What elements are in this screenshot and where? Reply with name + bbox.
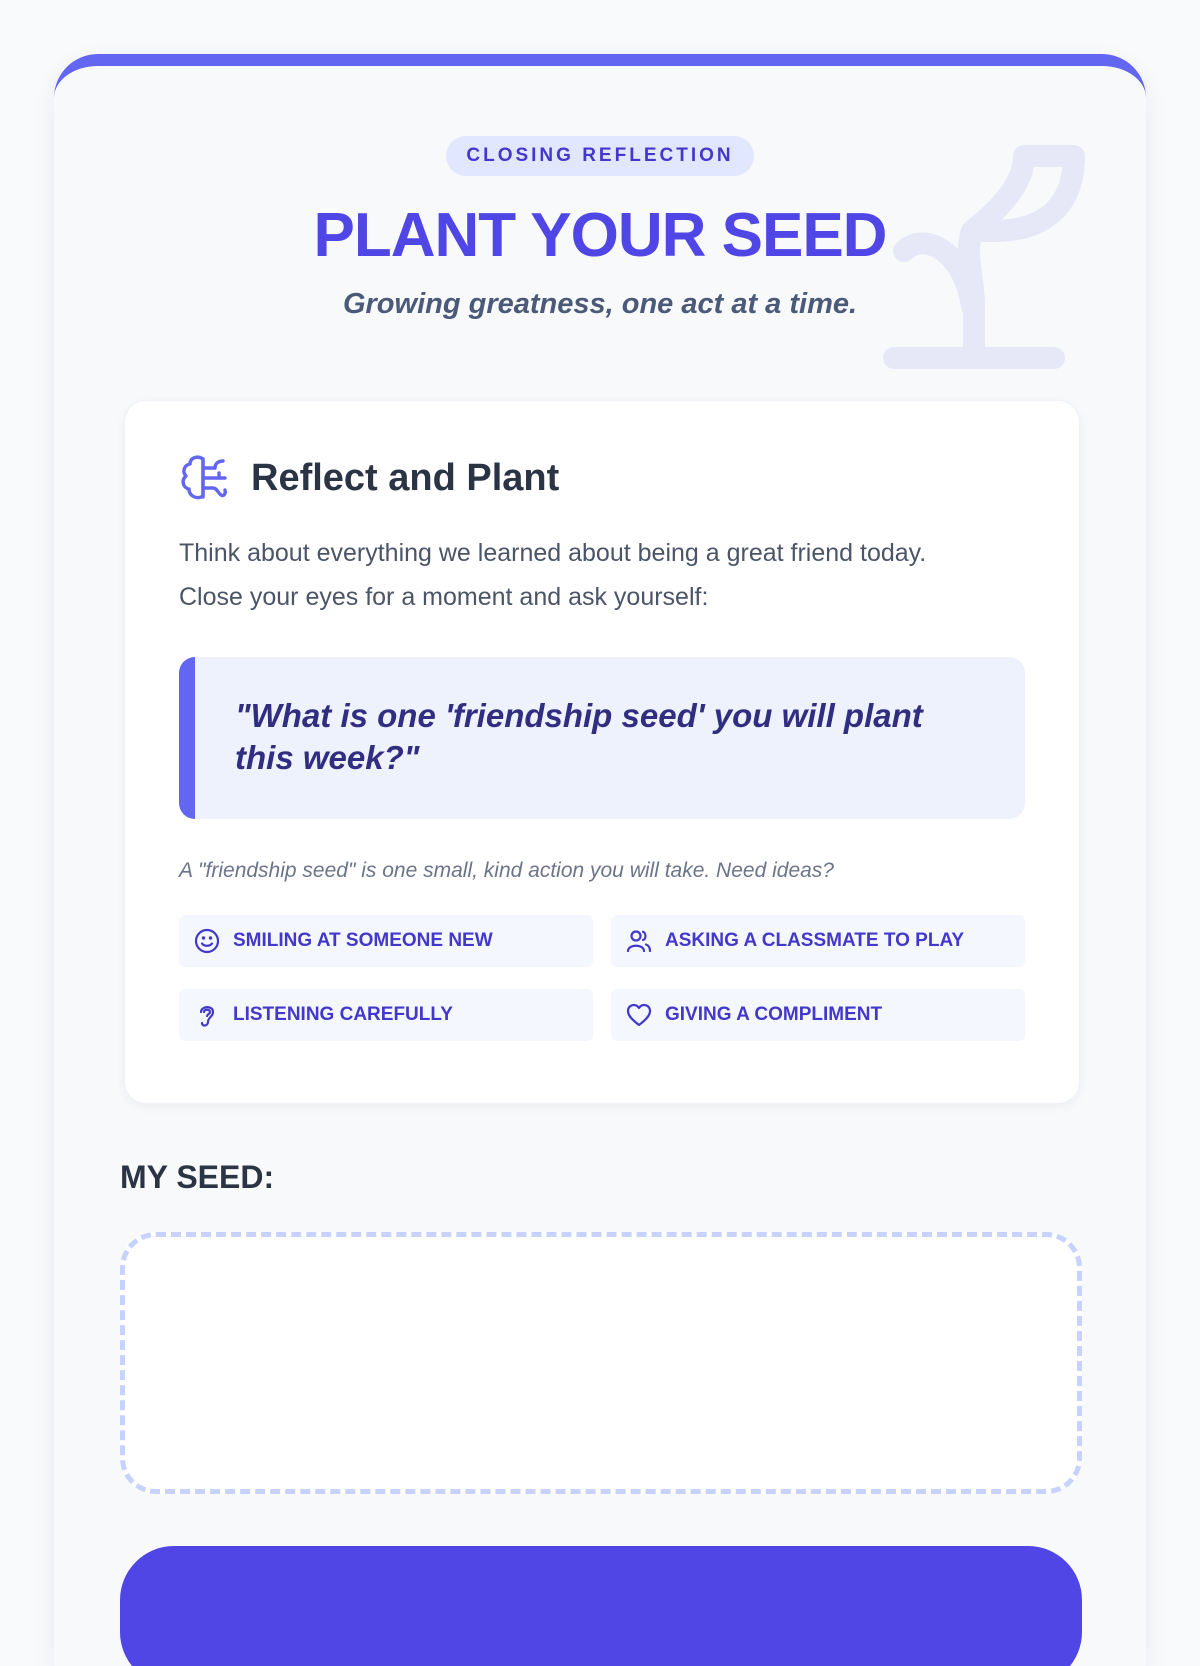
users-icon: [626, 930, 652, 953]
section-heading: Reflect and Plant: [179, 453, 559, 503]
idea-label: SMILING AT SOMEONE NEW: [233, 930, 493, 951]
ideas-hint: A "friendship seed" is one small, kind a…: [179, 859, 834, 882]
intro-line: Think about everything we learned about …: [179, 539, 927, 567]
reflect-panel: Reflect and Plant Think about everything…: [124, 400, 1080, 1104]
my-seed-input[interactable]: [120, 1232, 1082, 1494]
ear-icon: [199, 1006, 215, 1027]
idea-label: GIVING A COMPLIMENT: [665, 1004, 883, 1025]
question-line: this week?": [235, 739, 420, 776]
intro-text: Think about everything we learned about …: [179, 531, 1039, 619]
idea-chip-listening[interactable]: LISTENING CAREFULLY: [179, 989, 593, 1041]
idea-chip-compliment[interactable]: GIVING A COMPLIMENT: [611, 989, 1025, 1041]
question-line: "What is one 'friendship seed' you will …: [235, 697, 923, 734]
idea-chip-asking[interactable]: ASKING A CLASSMATE TO PLAY: [611, 915, 1025, 967]
section-title: Reflect and Plant: [251, 456, 560, 499]
my-seed-label: MY SEED:: [120, 1159, 275, 1195]
idea-chip-smiling[interactable]: SMILING AT SOMEONE NEW: [179, 915, 593, 967]
closing-reflection-badge: CLOSING REFLECTION: [446, 136, 754, 176]
idea-label: LISTENING CAREFULLY: [233, 1004, 453, 1025]
brain-icon: [181, 455, 227, 500]
plant-seed-button[interactable]: [120, 1546, 1082, 1666]
page-title: PLANT YOUR SEED: [313, 201, 888, 270]
intro-line: Close your eyes for a moment and ask you…: [179, 583, 709, 611]
smile-icon: [194, 928, 220, 954]
page-subtitle: Growing greatness, one act at a time.: [342, 288, 858, 320]
reflection-card: CLOSING REFLECTION PLANT YOUR SEED Growi…: [54, 54, 1146, 1666]
heart-icon: [626, 1003, 652, 1027]
idea-label: ASKING A CLASSMATE TO PLAY: [665, 930, 965, 951]
reflection-question: "What is one 'friendship seed' you will …: [179, 657, 1025, 819]
